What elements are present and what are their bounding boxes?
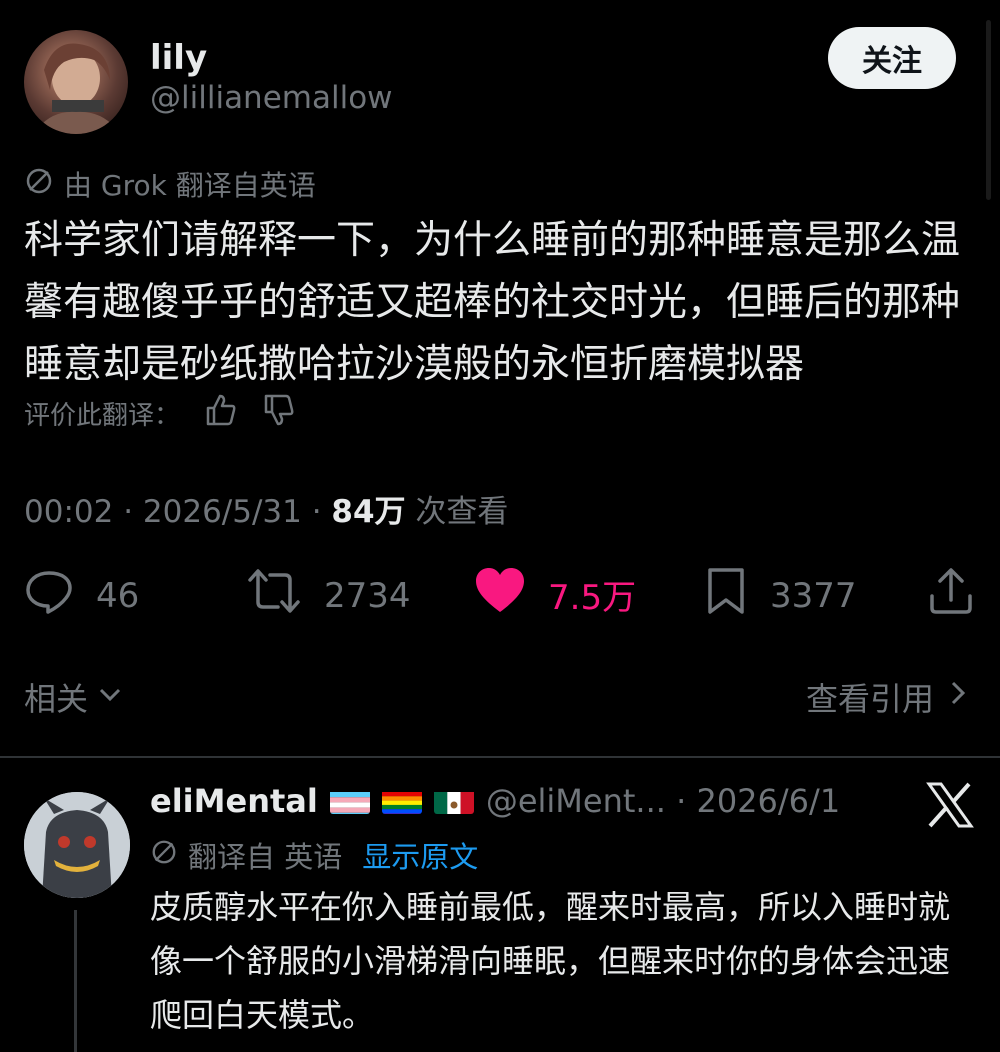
chevron-right-icon bbox=[946, 678, 970, 716]
scrollbar[interactable] bbox=[986, 20, 991, 200]
x-logo-icon bbox=[926, 782, 974, 832]
share-icon bbox=[928, 566, 974, 625]
reply-display-name[interactable]: eliMental bbox=[150, 782, 318, 820]
translate-icon bbox=[24, 166, 54, 203]
bookmark-count: 3377 bbox=[770, 575, 857, 616]
reply-count: 46 bbox=[96, 575, 140, 616]
reply-translated-label: 翻译自 英语 bbox=[188, 840, 343, 874]
view-quotes-link[interactable]: 查看引用 bbox=[806, 674, 970, 720]
reply-icon bbox=[24, 566, 74, 625]
thread-line bbox=[74, 910, 77, 1052]
retweet-icon bbox=[246, 566, 302, 625]
bookmark-button[interactable]: 3377 bbox=[704, 566, 857, 625]
thumbs-up-icon[interactable] bbox=[202, 392, 238, 435]
rate-translation-label: 评价此翻译： bbox=[24, 401, 181, 431]
view-count[interactable]: 84万 bbox=[331, 494, 405, 530]
retweet-button[interactable]: 2734 bbox=[246, 566, 411, 625]
translation-notice: 由 Grok 翻译自英语 bbox=[24, 164, 316, 204]
display-name[interactable]: lily bbox=[150, 38, 207, 78]
post-detail-page: lily @lillianemallow 关注 由 Grok 翻译自英语 科学家… bbox=[0, 0, 1000, 1052]
view-quotes-label: 查看引用 bbox=[805, 680, 934, 718]
heart-icon bbox=[474, 566, 526, 623]
translate-icon bbox=[150, 838, 178, 873]
tweet-meta: 00:02 · 2026/5/31 · 84万 次查看 bbox=[24, 486, 508, 531]
action-bar: 46 2734 7.5万 3377 bbox=[24, 566, 976, 624]
timestamp: 00:02 · 2026/5/31 · bbox=[24, 494, 332, 530]
avatar[interactable] bbox=[24, 30, 128, 134]
reply-button[interactable]: 46 bbox=[24, 566, 139, 625]
rate-translation: 评价此翻译： bbox=[24, 392, 296, 435]
divider bbox=[0, 756, 1000, 758]
share-button[interactable] bbox=[928, 566, 974, 625]
like-button[interactable]: 7.5万 bbox=[474, 566, 636, 623]
reply-handle-date[interactable]: @eliMent... · 2026/6/1 bbox=[486, 782, 840, 820]
mexico-flag-icon bbox=[433, 788, 474, 814]
related-label: 相关 bbox=[24, 680, 89, 718]
reply-avatar[interactable] bbox=[24, 792, 130, 898]
tweet-text: 科学家们请解释一下，为什么睡前的那种睡意是那么温馨有趣傻乎乎的舒适又超棒的社交时… bbox=[24, 218, 961, 387]
rainbow-flag-icon bbox=[381, 788, 422, 814]
thumbs-down-icon[interactable] bbox=[260, 392, 296, 435]
translation-source-label: 由 Grok 翻译自英语 bbox=[64, 169, 316, 202]
follow-button[interactable]: 关注 bbox=[828, 27, 956, 89]
bookmark-icon bbox=[704, 566, 748, 625]
view-suffix: 次查看 bbox=[405, 494, 509, 530]
reply-header: eliMental @eliMent... · 2026/6/1 bbox=[150, 782, 840, 820]
show-original-link[interactable]: 显示原文 bbox=[362, 834, 478, 876]
retweet-count: 2734 bbox=[324, 575, 411, 616]
reply-translation-notice: 翻译自 英语 显示原文 bbox=[150, 834, 478, 876]
related-toggle[interactable]: 相关 bbox=[24, 674, 124, 720]
user-handle[interactable]: @lillianemallow bbox=[150, 80, 393, 116]
like-count: 7.5万 bbox=[548, 578, 637, 618]
reply-text: 皮质醇水平在你入睡前最低，醒来时最高，所以入睡时就像一个舒服的小滑梯滑向睡眠，但… bbox=[150, 888, 951, 1034]
chevron-down-icon bbox=[96, 678, 124, 716]
trans-flag-icon bbox=[329, 788, 370, 814]
